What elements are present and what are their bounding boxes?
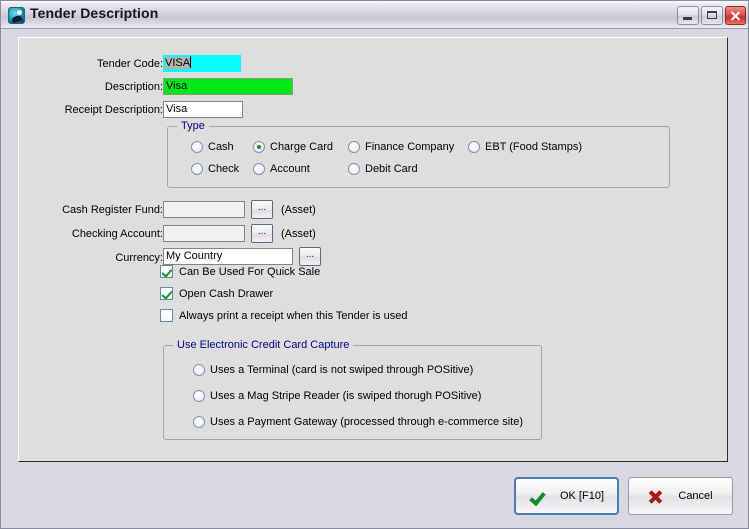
- radio-uses-mag-stripe-indicator: [193, 390, 205, 402]
- close-icon[interactable]: [725, 6, 746, 25]
- checking-account-browse-button[interactable]: ...: [251, 224, 273, 243]
- type-group-title: Type: [177, 120, 209, 132]
- radio-ebt-label: EBT (Food Stamps): [485, 141, 582, 153]
- checking-account-suffix: (Asset): [281, 228, 316, 240]
- radio-charge-card-label: Charge Card: [270, 141, 333, 153]
- checkbox-quick-sale-indicator: [160, 265, 173, 278]
- text-caret: [190, 56, 192, 68]
- radio-finance-company[interactable]: Finance Company: [348, 141, 454, 153]
- radio-check-label: Check: [208, 163, 240, 175]
- radio-ebt-indicator: [468, 141, 480, 153]
- checkbox-open-cash-drawer[interactable]: Open Cash Drawer: [160, 287, 273, 300]
- tender-code-input[interactable]: VISA: [163, 55, 241, 72]
- app-icon-highlight: [17, 10, 22, 15]
- ok-button[interactable]: OK [F10]: [514, 477, 619, 515]
- minimize-icon[interactable]: [677, 6, 699, 25]
- title-bar[interactable]: Tender Description: [1, 1, 748, 29]
- radio-uses-payment-gateway-label: Uses a Payment Gateway (processed throug…: [210, 416, 524, 428]
- radio-uses-terminal-label: Uses a Terminal (card is not swiped thro…: [210, 364, 474, 376]
- radio-account-label: Account: [270, 163, 310, 175]
- radio-account[interactable]: Account: [253, 163, 310, 175]
- description-label: Description:: [104, 81, 163, 93]
- radio-check[interactable]: Check: [191, 163, 239, 175]
- radio-check-indicator: [191, 163, 203, 175]
- radio-uses-terminal-indicator: [193, 364, 205, 376]
- radio-debit-card[interactable]: Debit Card: [348, 163, 418, 175]
- receipt-description-input[interactable]: Visa: [163, 101, 243, 118]
- radio-cash-label: Cash: [208, 141, 234, 153]
- window-title: Tender Description: [30, 5, 159, 21]
- description-input[interactable]: Visa: [163, 78, 293, 95]
- x-icon: [648, 489, 663, 504]
- radio-finance-company-label: Finance Company: [365, 141, 455, 153]
- ok-button-label: OK [F10]: [559, 490, 605, 502]
- checkbox-open-cash-drawer-label: Open Cash Drawer: [179, 287, 274, 300]
- radio-cash[interactable]: Cash: [191, 141, 234, 153]
- checking-account-input[interactable]: [163, 225, 245, 242]
- currency-browse-button[interactable]: ...: [299, 247, 321, 266]
- maximize-icon[interactable]: [701, 6, 723, 25]
- tender-description-window: Tender Description Tender Code: VISA Des…: [0, 0, 749, 529]
- receipt-description-label: Receipt Description:: [64, 104, 163, 116]
- credit-card-capture-title: Use Electronic Credit Card Capture: [173, 339, 354, 351]
- radio-uses-mag-stripe-label: Uses a Mag Stripe Reader (is swiped thor…: [210, 390, 482, 402]
- app-swirl-icon: [8, 7, 25, 24]
- credit-card-capture-group: Use Electronic Credit Card Capture Uses …: [163, 339, 542, 440]
- cash-register-fund-label: Cash Register Fund:: [62, 204, 163, 216]
- checking-account-label: Checking Account:: [71, 228, 163, 240]
- radio-uses-terminal[interactable]: Uses a Terminal (card is not swiped thro…: [193, 364, 473, 376]
- currency-input[interactable]: My Country: [163, 248, 293, 265]
- checkbox-quick-sale-label: Can Be Used For Quick Sale: [179, 265, 321, 278]
- radio-ebt[interactable]: EBT (Food Stamps): [468, 141, 582, 153]
- radio-debit-card-label: Debit Card: [365, 163, 418, 175]
- checkbox-always-print-receipt[interactable]: Always print a receipt when this Tender …: [160, 309, 407, 322]
- cancel-button-label: Cancel: [678, 490, 713, 502]
- radio-charge-card-indicator: [253, 141, 265, 153]
- radio-uses-payment-gateway[interactable]: Uses a Payment Gateway (processed throug…: [193, 416, 523, 428]
- type-group: Type Cash Charge Card Finance Company EB…: [167, 120, 670, 188]
- radio-finance-company-indicator: [348, 141, 360, 153]
- cash-register-fund-browse-button[interactable]: ...: [251, 200, 273, 219]
- cash-register-fund-input[interactable]: [163, 201, 245, 218]
- radio-cash-indicator: [191, 141, 203, 153]
- checkbox-always-print-receipt-label: Always print a receipt when this Tender …: [179, 309, 408, 322]
- checkbox-quick-sale[interactable]: Can Be Used For Quick Sale: [160, 265, 320, 278]
- check-icon: [529, 490, 544, 503]
- radio-uses-mag-stripe[interactable]: Uses a Mag Stripe Reader (is swiped thor…: [193, 390, 481, 402]
- checkbox-always-print-receipt-indicator: [160, 309, 173, 322]
- cancel-button[interactable]: Cancel: [628, 477, 733, 515]
- radio-uses-payment-gateway-indicator: [193, 416, 205, 428]
- radio-charge-card[interactable]: Charge Card: [253, 141, 333, 153]
- radio-account-indicator: [253, 163, 265, 175]
- radio-debit-card-indicator: [348, 163, 360, 175]
- currency-label: Currency:: [115, 252, 163, 264]
- form-panel: Tender Code: VISA Description: Visa Rece…: [18, 37, 728, 462]
- cash-register-fund-suffix: (Asset): [281, 204, 316, 216]
- tender-code-value: VISA: [165, 57, 191, 69]
- tender-code-label: Tender Code:: [96, 58, 163, 70]
- checkbox-open-cash-drawer-indicator: [160, 287, 173, 300]
